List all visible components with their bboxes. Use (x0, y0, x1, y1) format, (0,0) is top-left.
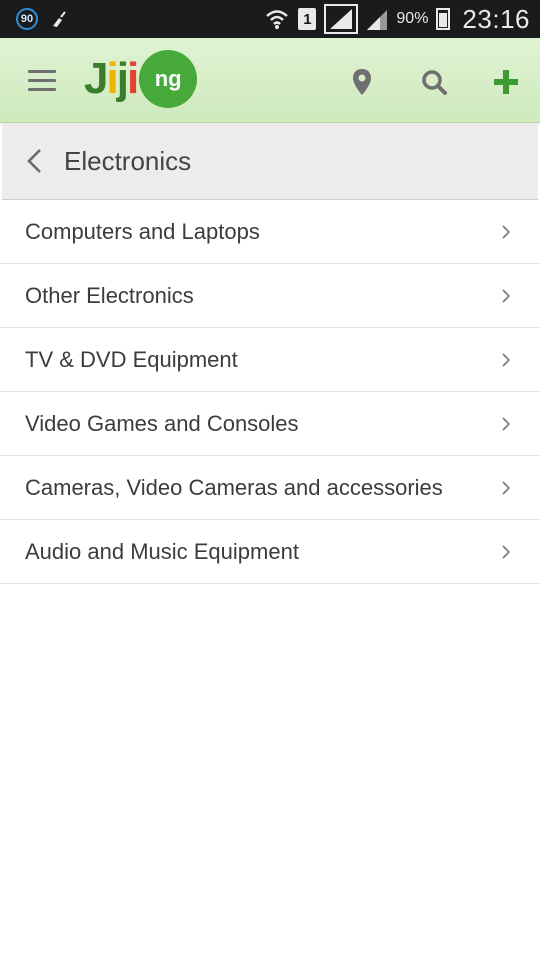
list-item-audio-and-music-equipment[interactable]: Audio and Music Equipment (0, 520, 540, 584)
chevron-right-icon (502, 480, 511, 495)
back-chevron-icon[interactable] (20, 145, 48, 177)
signal-strength-icon (324, 4, 359, 34)
list-item-label: Computers and Laptops (25, 218, 260, 244)
notification-count-badge: 90 (16, 8, 38, 30)
list-item-label: Cameras, Video Cameras and accessories (25, 474, 443, 500)
logo-text: Jiji (84, 54, 139, 103)
chevron-right-icon (502, 288, 511, 303)
category-list: Computers and Laptops Other Electronics … (0, 200, 540, 584)
chevron-right-icon (502, 416, 511, 431)
list-item-computers-and-laptops[interactable]: Computers and Laptops (0, 200, 540, 264)
list-item-other-electronics[interactable]: Other Electronics (0, 264, 540, 328)
app-bar: Jiji ng (0, 38, 540, 123)
chevron-right-icon (502, 544, 511, 559)
jiji-logo[interactable]: Jiji ng (84, 48, 198, 110)
list-item-tv-dvd-equipment[interactable]: TV & DVD Equipment (0, 328, 540, 392)
menu-icon[interactable] (28, 70, 56, 92)
list-item-label: Other Electronics (25, 282, 194, 308)
battery-percent: 90% (396, 10, 429, 27)
status-bar: 90 1 90% 23:16 (0, 0, 540, 38)
battery-icon (436, 8, 451, 30)
logo-country-badge: ng (139, 50, 198, 108)
list-item-video-games-and-consoles[interactable]: Video Games and Consoles (0, 392, 540, 456)
signal-strength-secondary-icon (367, 10, 388, 30)
list-item-label: Audio and Music Equipment (25, 538, 299, 564)
cleaner-broom-icon (53, 11, 66, 27)
list-item-label: TV & DVD Equipment (25, 346, 238, 372)
clock: 23:16 (462, 3, 530, 34)
page-title: Electronics (64, 145, 192, 176)
location-pin-icon[interactable] (346, 66, 378, 98)
list-item-cameras-video-cameras[interactable]: Cameras, Video Cameras and accessories (0, 456, 540, 520)
search-icon[interactable] (418, 66, 450, 98)
sim-slot-indicator: 1 (298, 8, 317, 30)
wifi-icon (266, 10, 289, 29)
chevron-right-icon (502, 352, 511, 367)
add-icon[interactable] (490, 66, 522, 98)
list-item-label: Video Games and Consoles (25, 410, 299, 436)
category-header: Electronics (2, 123, 538, 200)
chevron-right-icon (502, 224, 511, 239)
